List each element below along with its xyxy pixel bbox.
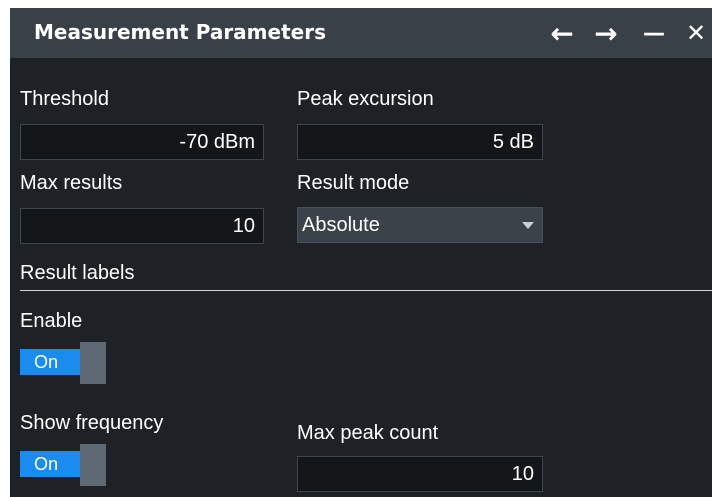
peak-excursion-label: Peak excursion (297, 88, 434, 110)
threshold-label: Threshold (20, 88, 109, 110)
toggle-knob[interactable] (80, 444, 106, 486)
toggle-knob[interactable] (80, 342, 106, 384)
max-peak-count-label: Max peak count (297, 422, 439, 444)
toggle-on-label: On (20, 451, 80, 477)
dialog-title: Measurement Parameters (34, 20, 326, 44)
result-labels-heading: Result labels (20, 262, 135, 284)
close-icon[interactable]: ✕ (680, 18, 712, 48)
toggle-on-label: On (20, 349, 80, 375)
max-results-label: Max results (20, 172, 123, 194)
measurement-parameters-dialog: Measurement Parameters ← → — ✕ Threshold… (10, 8, 712, 497)
max-results-input[interactable]: 10 (20, 208, 264, 244)
enable-toggle[interactable]: On (20, 342, 106, 384)
max-peak-count-input[interactable]: 10 (297, 456, 543, 492)
show-frequency-toggle[interactable]: On (20, 444, 106, 486)
threshold-input[interactable]: -70 dBm (20, 124, 264, 160)
peak-excursion-input[interactable]: 5 dB (297, 124, 543, 160)
show-frequency-label: Show frequency (20, 412, 164, 434)
minimize-icon[interactable]: — (638, 18, 670, 48)
chevron-down-icon (522, 222, 534, 229)
result-mode-select[interactable]: Absolute (297, 207, 543, 243)
section-divider (20, 290, 712, 291)
enable-label: Enable (20, 310, 83, 332)
forward-arrow-icon[interactable]: → (590, 17, 622, 50)
result-mode-label: Result mode (297, 172, 410, 194)
result-mode-value: Absolute (302, 213, 380, 236)
dialog-titlebar: Measurement Parameters ← → — ✕ (10, 8, 712, 58)
back-arrow-icon[interactable]: ← (546, 17, 578, 50)
